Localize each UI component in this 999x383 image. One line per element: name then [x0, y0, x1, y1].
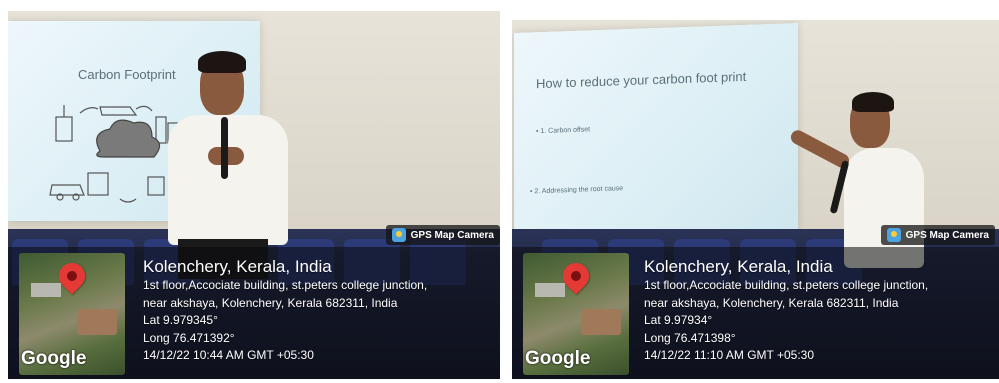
location-title: Kolenchery, Kerala, India — [143, 257, 332, 276]
longitude: Long 76.471398° — [644, 330, 736, 345]
gps-overlay: GPS Map Camera Google Kolenchery, Kerala… — [8, 225, 500, 379]
gps-map-camera-badge: GPS Map Camera — [880, 225, 995, 245]
datetime: 14/12/22 11:10 AM GMT +05:30 — [644, 348, 815, 362]
latitude: Lat 9.979345° — [143, 313, 218, 327]
slide-bullet-1: • 1. Carbon offset — [536, 126, 591, 136]
gps-camera-icon — [391, 228, 406, 242]
photo-right: How to reduce your carbon foot print • 1… — [512, 20, 999, 379]
address-line-2: near akshaya, Kolenchery, Kerala 682311,… — [143, 295, 398, 310]
address-line-2: near akshaya, Kolenchery, Kerala 682311,… — [644, 295, 899, 310]
photo-left: Carbon Footprint GPS Map Camera Google K… — [8, 11, 500, 379]
address-line-1: 1st floor,Accociate building, st.peters … — [143, 278, 428, 292]
badge-label: GPS Map Camera — [410, 229, 494, 241]
microphone — [221, 117, 228, 179]
gps-overlay: GPS Map Camera Google Kolenchery, Kerala… — [512, 225, 999, 379]
gps-map-camera-badge: GPS Map Camera — [385, 225, 500, 245]
datetime: 14/12/22 10:44 AM GMT +05:30 — [143, 348, 314, 362]
badge-label: GPS Map Camera — [905, 229, 989, 241]
latitude: Lat 9.97934° — [644, 313, 713, 327]
map-pin-icon — [557, 257, 595, 295]
location-info: Kolenchery, Kerala, India 1st floor,Acco… — [143, 257, 427, 365]
google-logo: Google — [525, 348, 591, 369]
longitude: Long 76.471392° — [143, 330, 235, 345]
location-info: Kolenchery, Kerala, India 1st floor,Acco… — [644, 257, 928, 365]
slide-title: How to reduce your carbon foot print — [536, 68, 747, 92]
projection-screen: How to reduce your carbon foot print • 1… — [514, 23, 798, 241]
location-title: Kolenchery, Kerala, India — [644, 257, 833, 276]
map-thumbnail: Google — [523, 253, 629, 375]
google-logo: Google — [21, 348, 87, 369]
gps-camera-icon — [886, 228, 901, 242]
map-pin-icon — [53, 257, 91, 295]
address-line-1: 1st floor,Accociate building, st.peters … — [644, 278, 929, 292]
map-thumbnail: Google — [19, 253, 125, 375]
slide-bullet-2: • 2. Addressing the root cause — [530, 185, 624, 196]
